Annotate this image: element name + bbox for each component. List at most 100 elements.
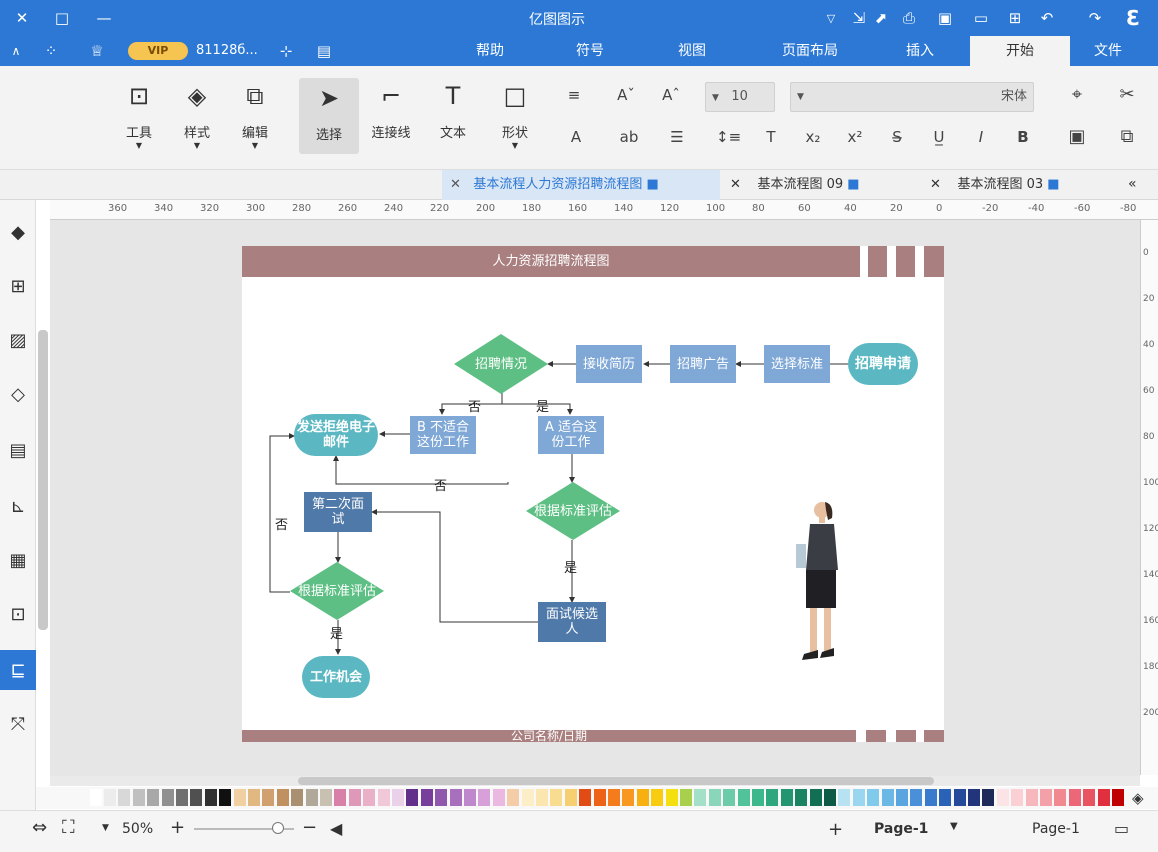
color-swatch[interactable] [521,789,534,806]
page-icon[interactable]: ▤ [0,430,36,470]
color-swatch[interactable] [680,789,692,806]
horizontal-scrollbar[interactable] [50,776,1140,786]
vip-badge[interactable]: VIP [128,42,188,60]
color-swatch[interactable] [536,789,548,806]
color-swatch[interactable] [392,789,404,806]
print-icon[interactable]: ⎙ [898,6,920,30]
node-reject[interactable]: 发送拒绝电子邮件 [294,414,378,456]
color-swatch[interactable] [564,789,577,806]
doc-tab-1[interactable]: ✕ 基本流程图 03 ■ [922,170,1122,200]
color-swatch[interactable] [752,789,764,806]
share-network-icon[interactable]: ⊹ [276,40,296,62]
color-swatch[interactable] [219,789,232,806]
mindmap-icon[interactable]: ⊡ [0,594,36,634]
chevron-down-icon[interactable]: ▽ [820,6,842,30]
node-eval1[interactable]: 根据标准评估 [526,482,620,540]
color-swatch[interactable] [968,789,980,806]
page-selector[interactable]: Page-1 [1032,821,1080,837]
color-swatch[interactable] [406,789,419,806]
zoom-in-icon[interactable]: + [170,817,185,838]
grid-icon[interactable]: ⊞ [0,266,36,306]
color-swatch[interactable] [190,789,203,806]
color-swatch[interactable] [982,789,995,806]
node-offer[interactable]: 工作机会 [302,656,370,698]
color-swatch[interactable] [1083,789,1096,806]
color-swatch[interactable] [478,789,491,806]
apps-icon[interactable]: ⁘ [40,40,62,62]
close-icon[interactable]: ✕ [730,177,741,192]
color-swatch[interactable] [449,789,462,806]
format-panel-icon[interactable]: ⊑ [0,650,36,690]
close-icon[interactable]: ✕ [10,6,34,30]
play-icon[interactable]: ◀ [330,819,342,838]
color-swatch[interactable] [924,789,937,806]
color-swatch[interactable] [1068,789,1081,806]
color-swatch[interactable] [233,789,246,806]
fill-color-icon[interactable]: ◈ [1132,789,1144,807]
node-ad[interactable]: 招聘广告 [670,345,736,383]
text-box-icon[interactable]: T [760,128,782,146]
tab-insert[interactable]: 插入 [880,36,960,66]
color-swatch[interactable] [824,789,836,806]
fullscreen-icon[interactable]: ⛶ [62,817,75,838]
collapse-ribbon-icon[interactable]: ∧ [6,40,26,62]
color-swatch[interactable] [852,789,865,806]
chevron-down-icon[interactable]: ▼ [950,821,958,832]
color-swatch[interactable] [809,789,822,806]
scroll-thumb[interactable] [298,777,934,785]
chevron-down-icon[interactable]: ▼ [102,823,109,833]
color-swatch[interactable] [161,789,174,806]
color-swatch[interactable] [636,789,649,806]
tab-page-layout[interactable]: 页面布局 [765,36,855,66]
format-painter-icon[interactable]: ⌖ [1066,84,1088,105]
diagram-page[interactable]: 人力资源招聘流程图 公司名称/日期 招聘申请 选择标准 招聘广告 接收简历 招聘… [242,246,944,742]
save-icon[interactable]: ▣ [934,6,956,30]
fit-icon[interactable]: ⤧ [0,704,36,744]
image-icon[interactable]: ▨ [0,320,36,360]
color-swatch[interactable] [1011,789,1024,806]
fill-icon[interactable]: ◆ [0,212,36,252]
color-swatch[interactable] [780,789,793,806]
font-size-select[interactable]: ▼ 10 [705,82,775,112]
color-swatch[interactable] [262,789,275,806]
decrease-font-icon[interactable]: Aˇ [615,86,637,104]
chart-icon[interactable]: ⊾ [0,486,36,526]
tools-button[interactable]: ⊡ 工具 ▼ [114,76,164,156]
connector-button[interactable]: ⌐ 连接线 [366,76,416,156]
theme-icon[interactable]: ♕ [86,40,108,62]
doc-tab-3[interactable]: ✕ 基本流程人力资源招聘流程图 ■ [442,170,720,200]
doc-tab-2[interactable]: ✕ 基本流程图 09 ■ [722,170,922,200]
color-swatch[interactable] [1025,789,1038,806]
color-swatch[interactable] [622,789,635,806]
color-swatch[interactable] [910,789,923,806]
subscript-icon[interactable]: x₂ [802,128,824,146]
text-button[interactable]: T 文本 [428,76,478,156]
color-swatch[interactable] [176,789,188,806]
color-swatch[interactable] [104,789,116,806]
zoom-slider-thumb[interactable] [272,822,284,834]
color-swatch[interactable] [377,789,390,806]
color-swatch[interactable] [248,789,260,806]
account-id[interactable]: 81128б... [196,43,258,58]
list-icon[interactable]: ☰ [666,128,688,146]
tab-home[interactable]: 开始 [970,36,1070,66]
color-swatch[interactable] [204,789,217,806]
color-swatch[interactable] [766,789,779,806]
table-icon[interactable]: ▦ [0,540,36,580]
color-swatch[interactable] [305,789,318,806]
align-icon[interactable]: ≡ [563,86,585,104]
tab-help[interactable]: 帮助 [460,36,520,66]
node-resume[interactable]: 接收简历 [576,345,642,383]
page-tab[interactable]: Page-1 [874,821,928,837]
line-spacing-icon[interactable]: ↕≡ [716,128,741,146]
node-notfitB[interactable]: B 不适合这份工作 [410,416,476,454]
close-icon[interactable]: ✕ [930,177,941,192]
color-swatch[interactable] [276,789,289,806]
businesswoman-clipart[interactable] [792,496,844,664]
node-fitA[interactable]: A 适合这份工作 [538,416,604,454]
color-swatch[interactable] [1040,789,1052,806]
color-swatch[interactable] [867,789,880,806]
add-page-button[interactable]: + [828,819,843,840]
color-swatch[interactable] [147,789,160,806]
new-icon[interactable]: ⊞ [1004,6,1026,30]
